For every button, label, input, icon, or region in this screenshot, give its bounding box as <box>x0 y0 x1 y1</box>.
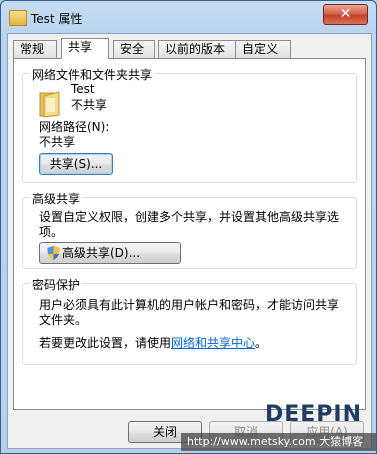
tab-previous-versions[interactable]: 以前的版本 <box>158 40 244 58</box>
site-watermark: http://www.metsky.com 大猿博客 <box>181 433 376 451</box>
sharing-group: 网络文件和文件夹共享 Test 不共享 网络路径(N): 不共享 共享(S)..… <box>22 66 357 183</box>
password-desc-2: 文件夹。 <box>39 313 88 327</box>
shared-folder-icon <box>39 91 60 118</box>
tab-general[interactable]: 常规 <box>13 40 57 58</box>
folder-icon <box>9 10 27 26</box>
close-icon: ✕ <box>339 6 352 22</box>
advanced-sharing-button-label: 高级共享(D)... <box>62 246 141 260</box>
password-change-prefix: 若要更改此设置，请使用 <box>39 336 172 350</box>
dialog-client: 常规 共享 安全 以前的版本 自定义 网络文件和文件夹共享 Test 不共享 网… <box>7 33 372 449</box>
password-change-suffix: 。 <box>255 336 268 350</box>
password-change-line: 若要更改此设置，请使用网络和共享中心。 <box>39 334 267 351</box>
folder-name: Test <box>71 82 95 96</box>
title-bar[interactable]: Test 属性 ✕ <box>1 1 376 33</box>
uac-shield-icon <box>47 246 60 260</box>
tab-sharing[interactable]: 共享 <box>61 38 109 59</box>
password-protection-title: 密码保护 <box>30 276 83 293</box>
tab-customize[interactable]: 自定义 <box>235 40 291 58</box>
properties-window: Test 属性 ✕ 常规 共享 安全 以前的版本 自定义 网络文件和文件夹共享 … <box>0 0 377 454</box>
network-path-value: 不共享 <box>39 135 76 149</box>
share-button[interactable]: 共享(S)... <box>39 153 113 175</box>
close-button[interactable]: ✕ <box>323 4 368 25</box>
advanced-sharing-desc-1: 设置自定义权限，创建多个共享，并设置其他高级共享选 <box>39 210 340 224</box>
password-protection-group: 密码保护 用户必须具有此计算机的用户帐户和密码，才能访问共享 文件夹。 若要更改… <box>22 276 357 365</box>
sharing-group-title: 网络文件和文件夹共享 <box>30 66 155 83</box>
folder-share-status: 不共享 <box>71 98 108 112</box>
tab-security[interactable]: 安全 <box>113 40 155 58</box>
advanced-sharing-desc-2: 项。 <box>39 225 64 239</box>
network-sharing-center-link[interactable]: 网络和共享中心 <box>171 336 255 350</box>
sharing-panel: 网络文件和文件夹共享 Test 不共享 网络路径(N): 不共享 共享(S)..… <box>13 58 366 410</box>
advanced-sharing-button[interactable]: 高级共享(D)... <box>39 242 181 264</box>
window-title: Test 属性 <box>31 12 83 26</box>
deepin-watermark-logo: DEEPIN <box>264 402 362 427</box>
advanced-sharing-title: 高级共享 <box>30 190 83 207</box>
advanced-sharing-group: 高级共享 设置自定义权限，创建多个共享，并设置其他高级共享选 项。 高级共享(D… <box>22 190 357 269</box>
